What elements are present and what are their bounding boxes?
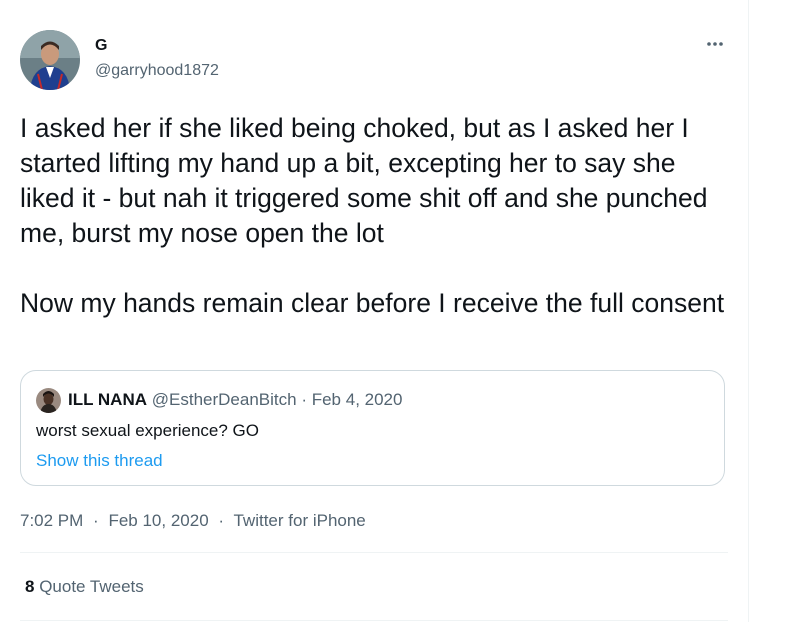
tweet-time[interactable]: 7:02 PM [20, 511, 83, 530]
author-avatar[interactable] [20, 30, 80, 90]
quote-label: Quote Tweets [39, 577, 144, 596]
quoted-date: Feb 4, 2020 [311, 390, 403, 409]
quoted-author-avatar [36, 388, 61, 413]
profile-photo-icon [20, 30, 80, 90]
divider [20, 552, 728, 553]
more-dots-icon [707, 42, 723, 46]
quoted-tweet-text: worst sexual experience? GO [36, 421, 259, 440]
quoted-author-handle: @EstherDeanBitch [151, 390, 297, 409]
tweet-text: I asked her if she liked being choked, b… [20, 113, 725, 318]
quoted-separator: · [301, 390, 307, 409]
tweet-source: Twitter for iPhone [233, 511, 366, 530]
quote-tweets-link[interactable]: 8 Quote Tweets [25, 577, 144, 597]
tweet-date[interactable]: Feb 10, 2020 [108, 511, 208, 530]
more-options-button[interactable] [704, 33, 726, 55]
profile-photo-icon [36, 388, 61, 413]
quoted-tweet-card[interactable]: ILL NANA @EstherDeanBitch · Feb 4, 2020 … [20, 370, 725, 486]
quote-count: 8 [25, 577, 35, 596]
meta-separator: · [93, 511, 99, 530]
divider [20, 620, 728, 621]
column-divider [748, 0, 749, 622]
quoted-tweet-header: ILL NANA @EstherDeanBitch · Feb 4, 2020 [68, 390, 402, 410]
author-handle[interactable]: @garryhood1872 [95, 62, 219, 80]
author-name[interactable]: G [95, 37, 107, 55]
tweet-meta: 7:02 PM · Feb 10, 2020 · Twitter for iPh… [20, 511, 366, 531]
quoted-author-name: ILL NANA [68, 390, 148, 409]
meta-separator: · [218, 511, 225, 530]
show-thread-link[interactable]: Show this thread [36, 451, 163, 471]
